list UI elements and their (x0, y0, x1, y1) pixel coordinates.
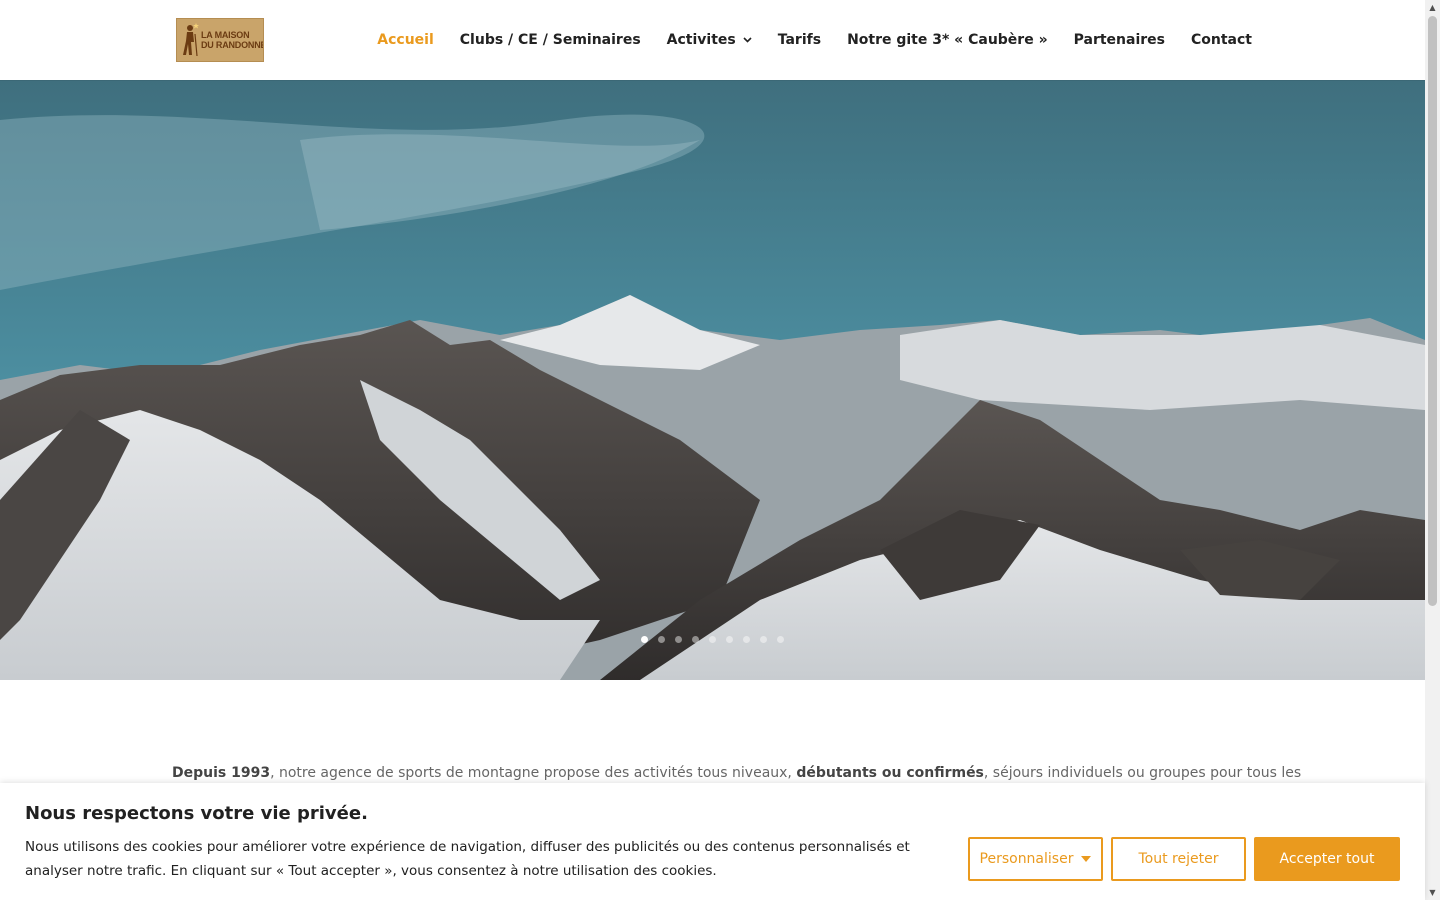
cookie-banner: Nous respectons votre vie privée. Nous u… (0, 783, 1425, 900)
nav-item-partenaires[interactable]: Partenaires (1074, 32, 1165, 48)
nav-item-tarifs[interactable]: Tarifs (778, 32, 821, 48)
cookie-title: Nous respectons votre vie privée. (25, 803, 368, 824)
slider-dot-8[interactable] (760, 636, 767, 643)
nav-item-activites[interactable]: Activites (667, 32, 752, 48)
accept-all-button[interactable]: Accepter tout (1254, 837, 1400, 881)
reject-all-button[interactable]: Tout rejeter (1111, 837, 1246, 881)
caret-down-icon (1081, 854, 1092, 865)
scroll-down-icon[interactable]: ▼ (1425, 885, 1440, 900)
intro-paragraph: Depuis 1993, notre agence de sports de m… (172, 765, 1302, 781)
slider-dot-4[interactable] (692, 636, 699, 643)
scrollbar-thumb[interactable] (1428, 16, 1437, 606)
slider-pagination (0, 636, 1425, 643)
slider-dot-1[interactable] (641, 636, 648, 643)
slider-dot-9[interactable] (777, 636, 784, 643)
hero-slider (0, 80, 1425, 680)
slider-dot-7[interactable] (743, 636, 750, 643)
site-header: LA MAISON DU RANDONNEUR Accueil Clubs / … (0, 0, 1425, 80)
customize-button[interactable]: Personnaliser (968, 837, 1103, 881)
hiker-icon (181, 22, 199, 58)
nav-item-gite[interactable]: Notre gite 3* « Caubère » (847, 32, 1048, 48)
slider-dot-5[interactable] (709, 636, 716, 643)
scrollbar[interactable]: ▲ ▼ (1425, 0, 1440, 900)
main-nav: Accueil Clubs / CE / Seminaires Activite… (377, 0, 1252, 80)
logo-line-2: DU RANDONNEUR (201, 40, 263, 50)
nav-item-accueil[interactable]: Accueil (377, 32, 434, 48)
hero-mountain-image (0, 80, 1425, 680)
logo-line-1: LA MAISON (201, 30, 250, 40)
cookie-text: Nous utilisons des cookies pour améliore… (25, 839, 910, 879)
slider-dot-6[interactable] (726, 636, 733, 643)
scroll-up-icon[interactable]: ▲ (1425, 0, 1440, 15)
chevron-down-icon (743, 35, 752, 46)
nav-item-clubs[interactable]: Clubs / CE / Seminaires (460, 32, 641, 48)
slider-dot-3[interactable] (675, 636, 682, 643)
nav-item-contact[interactable]: Contact (1191, 32, 1252, 48)
site-logo[interactable]: LA MAISON DU RANDONNEUR (176, 18, 264, 62)
slider-dot-2[interactable] (658, 636, 665, 643)
